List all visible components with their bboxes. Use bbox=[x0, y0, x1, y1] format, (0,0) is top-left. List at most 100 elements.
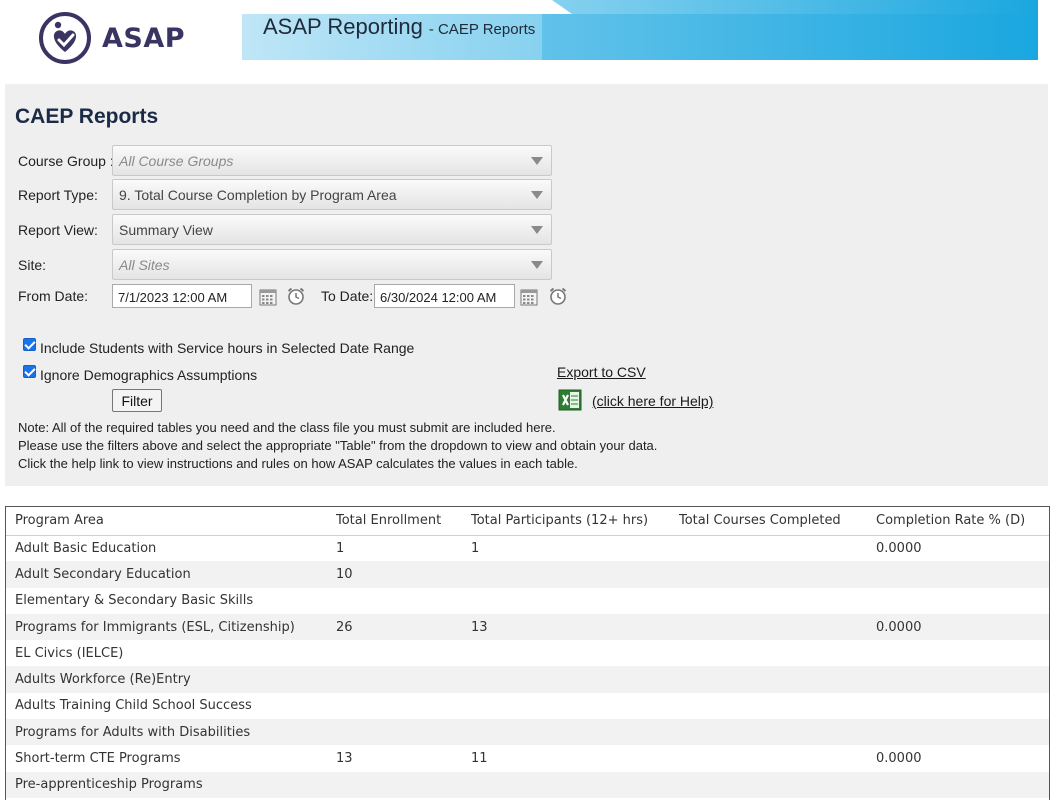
to-date-input[interactable]: 6/30/2024 12:00 AM bbox=[374, 284, 515, 308]
clock-icon[interactable] bbox=[286, 286, 306, 306]
table-header-row: Program Area Total Enrollment Total Part… bbox=[6, 507, 1049, 536]
cell-total-enrollment: 26 bbox=[327, 613, 462, 641]
table-row: Pre-apprenticeship Programs bbox=[6, 771, 1049, 798]
note-line: Please use the filters above and select … bbox=[18, 438, 658, 453]
cell-program-area: Adult Basic Education bbox=[15, 540, 157, 556]
cell-total-courses-completed bbox=[670, 666, 867, 693]
cell-total-courses-completed bbox=[670, 640, 867, 666]
cell-completion-rate: 0.0000 bbox=[867, 613, 1049, 641]
report-type-value: 9. Total Course Completion by Program Ar… bbox=[119, 187, 397, 203]
cell-program-area: Elementary & Secondary Basic Skills bbox=[15, 593, 254, 609]
banner-title: ASAP Reporting - CAEP Reports bbox=[263, 14, 535, 40]
table-row: Adults Training Child School Success bbox=[6, 693, 1049, 719]
ignore-demographics-checkbox[interactable] bbox=[23, 365, 36, 378]
banner-title-text: ASAP Reporting bbox=[263, 14, 423, 39]
cell-program-area: Adult Secondary Education bbox=[6, 561, 327, 588]
report-view-label: Report View: bbox=[18, 222, 98, 238]
chevron-down-icon bbox=[531, 261, 543, 269]
report-view-value: Summary View bbox=[119, 222, 213, 238]
cell-completion-rate bbox=[867, 666, 1049, 693]
table-row: Adult Basic Education 1 1 0.0000 bbox=[6, 535, 1049, 561]
report-view-select[interactable]: Summary View bbox=[112, 214, 552, 245]
cell-total-participants: 1 bbox=[471, 540, 480, 556]
site-select[interactable]: All Sites bbox=[112, 249, 552, 280]
table-row: Adult Secondary Education 10 bbox=[6, 561, 1049, 588]
cell-total-courses-completed bbox=[670, 719, 867, 746]
cell-total-enrollment bbox=[327, 693, 462, 719]
cell-program-area: Programs for Adults with Disabilities bbox=[6, 719, 327, 746]
to-date-label: To Date: bbox=[321, 288, 374, 304]
clock-icon[interactable] bbox=[548, 286, 568, 306]
results-table: Program Area Total Enrollment Total Part… bbox=[6, 507, 1049, 798]
cell-completion-rate bbox=[867, 693, 1049, 719]
table-row: Short-term CTE Programs 13 11 0.0000 bbox=[6, 745, 1049, 771]
heart-check-logo-icon bbox=[39, 12, 91, 64]
cell-total-courses-completed bbox=[670, 535, 867, 561]
course-group-select[interactable]: All Course Groups bbox=[112, 145, 552, 176]
help-link[interactable]: (click here for Help) bbox=[592, 393, 713, 409]
cell-total-participants bbox=[462, 693, 670, 719]
cell-total-participants bbox=[462, 561, 670, 588]
cell-total-enrollment bbox=[327, 588, 462, 614]
column-header-total-participants[interactable]: Total Participants (12+ hrs) bbox=[462, 507, 670, 536]
column-header-completion-rate[interactable]: Completion Rate % (D) bbox=[867, 507, 1049, 536]
table-row: Programs for Immigrants (ESL, Citizenshi… bbox=[6, 613, 1049, 641]
column-header-program-area[interactable]: Program Area bbox=[6, 507, 327, 536]
include-service-hours-checkbox[interactable] bbox=[23, 338, 36, 351]
cell-total-courses-completed bbox=[670, 588, 867, 614]
cell-total-enrollment bbox=[327, 640, 462, 666]
cell-total-enrollment: 13 bbox=[336, 751, 353, 767]
column-header-total-enrollment[interactable]: Total Enrollment bbox=[327, 507, 462, 536]
cell-completion-rate bbox=[867, 719, 1049, 746]
site-label: Site: bbox=[18, 257, 47, 273]
cell-completion-rate bbox=[867, 771, 1049, 798]
table-row: Programs for Adults with Disabilities bbox=[6, 719, 1049, 746]
cell-completion-rate bbox=[867, 561, 1049, 588]
note-text: Note: All of the required tables you nee… bbox=[18, 419, 657, 473]
cell-total-enrollment bbox=[327, 771, 462, 798]
from-date-label: From Date: bbox=[18, 288, 89, 304]
cell-completion-rate: 0.0000 bbox=[876, 540, 922, 556]
cell-total-participants bbox=[462, 640, 670, 666]
filter-panel: CAEP Reports Course Group : All Course G… bbox=[5, 84, 1048, 486]
chevron-down-icon bbox=[531, 157, 543, 165]
export-csv-link[interactable]: Export to CSV bbox=[557, 364, 646, 380]
cell-total-participants bbox=[462, 588, 670, 614]
cell-completion-rate bbox=[867, 640, 1049, 666]
logo-text: ASAP bbox=[102, 22, 186, 54]
report-type-label: Report Type: bbox=[18, 187, 98, 203]
excel-icon[interactable] bbox=[558, 388, 582, 412]
note-line: Click the help link to view instructions… bbox=[18, 456, 578, 471]
cell-program-area: Adults Training Child School Success bbox=[15, 698, 252, 714]
cell-program-area: EL Civics (IELCE) bbox=[15, 645, 124, 661]
cell-completion-rate: 0.0000 bbox=[876, 751, 922, 767]
cell-total-enrollment: 10 bbox=[327, 561, 462, 588]
cell-total-participants bbox=[462, 666, 670, 693]
cell-total-courses-completed bbox=[670, 561, 867, 588]
cell-program-area: Short-term CTE Programs bbox=[15, 751, 181, 767]
cell-total-participants bbox=[462, 719, 670, 746]
panel-title: CAEP Reports bbox=[15, 105, 159, 128]
course-group-label: Course Group : bbox=[18, 153, 114, 169]
chevron-down-icon bbox=[531, 191, 543, 199]
cell-total-enrollment bbox=[327, 666, 462, 693]
cell-total-courses-completed bbox=[670, 745, 867, 771]
course-group-value: All Course Groups bbox=[119, 153, 234, 169]
column-header-total-courses-completed[interactable]: Total Courses Completed bbox=[670, 507, 867, 536]
cell-completion-rate bbox=[867, 588, 1049, 614]
filter-button[interactable]: Filter bbox=[112, 389, 162, 412]
from-date-input[interactable]: 7/1/2023 12:00 AM bbox=[112, 284, 252, 308]
report-type-select[interactable]: 9. Total Course Completion by Program Ar… bbox=[112, 179, 552, 210]
cell-total-courses-completed bbox=[670, 693, 867, 719]
cell-total-courses-completed bbox=[670, 771, 867, 798]
cell-total-participants bbox=[462, 771, 670, 798]
cell-total-enrollment: 1 bbox=[336, 540, 345, 556]
note-line: Note: All of the required tables you nee… bbox=[18, 420, 556, 435]
table-row: EL Civics (IELCE) bbox=[6, 640, 1049, 666]
chevron-down-icon bbox=[531, 226, 543, 234]
asap-logo: ASAP bbox=[38, 11, 188, 65]
cell-program-area: Adults Workforce (Re)Entry bbox=[6, 666, 327, 693]
calendar-icon[interactable] bbox=[258, 287, 278, 307]
cell-total-courses-completed bbox=[670, 613, 867, 641]
calendar-icon[interactable] bbox=[519, 287, 539, 307]
